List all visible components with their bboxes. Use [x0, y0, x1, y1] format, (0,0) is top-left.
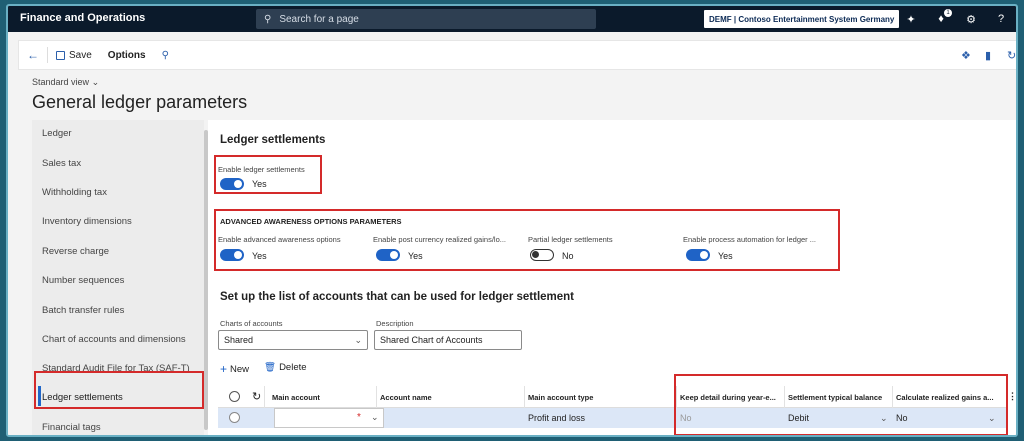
plus-icon: +: [220, 362, 228, 376]
ledger-settlements-panel: Ledger settlements Enable ledger settlem…: [208, 120, 1016, 435]
main-account-type-cell: Profit and loss: [528, 413, 586, 423]
col-main-account-type[interactable]: Main account type: [528, 393, 593, 402]
search-box[interactable]: ⚲ Search for a page: [256, 9, 596, 29]
app-title[interactable]: Finance and Operations: [20, 12, 145, 24]
charts-value: Shared: [224, 335, 254, 345]
new-label: New: [230, 363, 250, 375]
settings-gear-icon[interactable]: ⚙: [964, 12, 978, 26]
back-button[interactable]: ←: [19, 48, 47, 62]
action-search-button[interactable]: ⚲: [154, 50, 177, 61]
refresh-grid-icon[interactable]: ↻: [252, 390, 261, 403]
view-label: Standard view: [32, 77, 90, 87]
copilot-icon[interactable]: ✦: [904, 12, 918, 26]
nav-item-financial-tags[interactable]: Financial tags: [42, 422, 101, 433]
accounts-title: Set up the list of accounts that can be …: [220, 291, 575, 303]
page-title: General ledger parameters: [32, 92, 248, 112]
charts-label: Charts of accounts: [220, 319, 283, 328]
company-selector[interactable]: DEMF | Contoso Entertainment System Germ…: [704, 10, 900, 28]
nav-item-inventory-dimensions[interactable]: Inventory dimensions: [42, 216, 132, 227]
highlight-advanced: [214, 209, 840, 271]
nav-item-sales-tax[interactable]: Sales tax: [42, 158, 81, 169]
select-all-radio[interactable]: [229, 391, 240, 402]
more-options-icon[interactable]: ⋮: [1008, 391, 1016, 402]
chevron-down-icon: ⌄: [91, 77, 100, 87]
notification-badge: 1: [944, 9, 952, 17]
back-arrow-icon: ←: [27, 48, 39, 62]
office-icon[interactable]: ❖: [961, 49, 971, 62]
new-button[interactable]: + New: [220, 362, 249, 376]
highlight-settlement-columns: [674, 374, 1008, 435]
nav-item-chart-of-accounts[interactable]: Chart of accounts and dimensions: [42, 334, 186, 345]
chevron-down-icon: ⌄: [354, 335, 362, 345]
search-icon: ⚲: [161, 49, 169, 61]
nav-item-batch-transfer-rules[interactable]: Batch transfer rules: [42, 305, 124, 316]
description-value: Shared Chart of Accounts: [380, 335, 483, 345]
highlight-nav-ledger-settlements: [34, 371, 204, 409]
main-account-input[interactable]: * ⌄: [274, 408, 384, 428]
nav-item-reverse-charge[interactable]: Reverse charge: [42, 246, 109, 257]
chevron-down-icon: ⌄: [371, 412, 379, 422]
top-bar: Finance and Operations ⚲ Search for a pa…: [8, 6, 1016, 32]
nav-item-withholding-tax[interactable]: Withholding tax: [42, 187, 107, 198]
delete-button[interactable]: 🗑 Delete: [264, 362, 307, 373]
section-title: Ledger settlements: [220, 134, 326, 146]
save-icon: [56, 50, 65, 60]
notifications-icon[interactable]: ♦ 1: [934, 9, 952, 26]
search-icon: ⚲: [264, 13, 272, 25]
row-select-radio[interactable]: [229, 412, 240, 423]
search-placeholder: Search for a page: [279, 13, 359, 25]
help-icon[interactable]: ?: [994, 12, 1008, 26]
options-label: Options: [107, 49, 146, 61]
col-main-account[interactable]: Main account: [272, 393, 320, 402]
charts-of-accounts-select[interactable]: Shared ⌄: [218, 330, 368, 350]
app-window: Finance and Operations ⚲ Search for a pa…: [6, 4, 1018, 437]
delete-label: Delete: [279, 362, 307, 373]
nav-item-number-sequences[interactable]: Number sequences: [42, 275, 124, 286]
description-field[interactable]: Shared Chart of Accounts: [374, 330, 522, 350]
save-button[interactable]: Save: [48, 50, 100, 61]
refresh-icon[interactable]: ↻: [1007, 49, 1016, 62]
description-label: Description: [376, 319, 414, 328]
nav-item-ledger[interactable]: Ledger: [42, 128, 72, 139]
required-indicator: *: [357, 412, 361, 423]
highlight-enable: [214, 155, 322, 194]
save-label: Save: [69, 49, 92, 61]
trash-icon: 🗑: [264, 362, 277, 373]
view-selector[interactable]: Standard view ⌄: [32, 77, 99, 88]
options-tab[interactable]: Options: [100, 50, 154, 61]
attachment-icon[interactable]: ▮: [985, 49, 991, 62]
action-pane: ← Save Options ⚲ ❖ ▮ ↻: [18, 40, 1016, 70]
col-account-name[interactable]: Account name: [380, 393, 432, 402]
